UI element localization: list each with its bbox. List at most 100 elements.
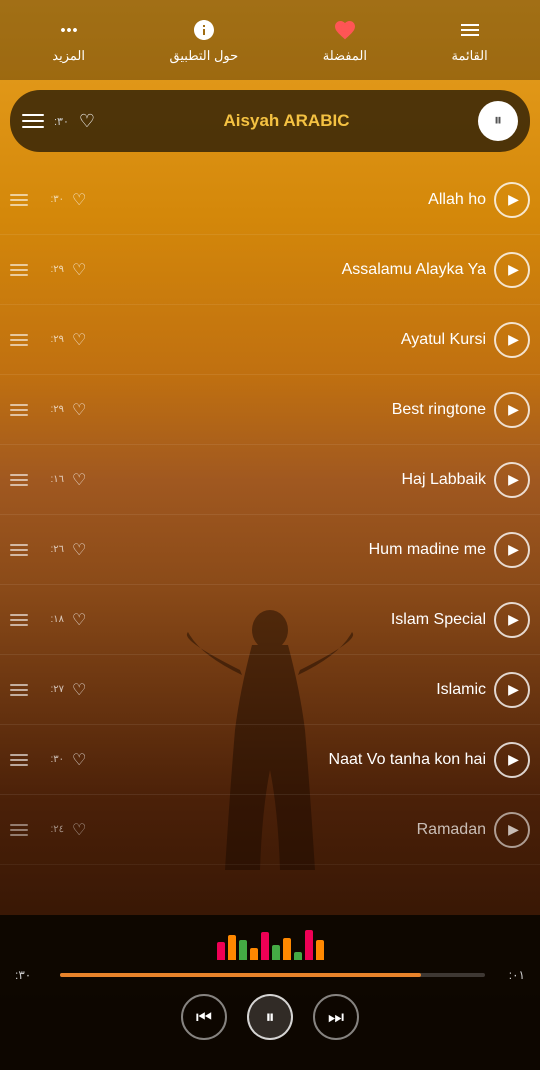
song-list: ‎:۳۰ ♡ Allah ho ▶ ‎:۲۹ ♡ Assalamu Alayka…	[0, 165, 540, 910]
drag-handle	[10, 264, 28, 276]
play-arrow-icon: ▶	[508, 821, 519, 838]
song-title: Naat Vo tanha kon hai	[94, 751, 486, 769]
pause-icon: ⏸	[494, 112, 502, 130]
list-item: ‎:۱۸ ♡ Islam Special ▶	[0, 585, 540, 655]
play-arrow-icon: ▶	[508, 611, 519, 628]
song-title: Best ringtone	[94, 401, 486, 419]
more-icon	[55, 16, 83, 44]
eq-bar	[217, 942, 225, 960]
song-heart-button[interactable]: ♡	[72, 610, 86, 630]
song-duration: ‎:۱۸	[36, 614, 64, 625]
list-item: ‎:۱٦ ♡ Haj Labbaik ▶	[0, 445, 540, 515]
prev-button[interactable]: ⏮	[181, 994, 227, 1040]
song-duration: ‎:۲۹	[36, 404, 64, 415]
song-duration: ‎:۲۷	[36, 684, 64, 695]
drag-handle	[10, 404, 28, 416]
list-item: ‎:۲٦ ♡ Hum madine me ▶	[0, 515, 540, 585]
song-heart-button[interactable]: ♡	[72, 540, 86, 560]
now-playing-title: Aisyah ARABIC	[105, 111, 468, 131]
song-title: Allah ho	[94, 191, 486, 209]
song-duration: ‎:۲۹	[36, 334, 64, 345]
progress-bar[interactable]	[60, 973, 485, 977]
song-duration: ‎:۲۹	[36, 264, 64, 275]
now-playing-duration: ‎:۳۰	[54, 115, 69, 128]
nav-favorites-label: المفضلة	[323, 48, 367, 64]
info-icon	[190, 16, 218, 44]
play-arrow-icon: ▶	[508, 751, 519, 768]
prev-icon: ⏮	[196, 1007, 212, 1028]
song-play-button[interactable]: ▶	[494, 322, 530, 358]
song-play-button[interactable]: ▶	[494, 182, 530, 218]
play-arrow-icon: ▶	[508, 541, 519, 558]
song-play-button[interactable]: ▶	[494, 672, 530, 708]
now-playing-heart[interactable]: ♡	[79, 111, 95, 132]
drag-handle	[10, 544, 28, 556]
nav-about[interactable]: حول التطبيق	[170, 16, 239, 64]
nav-about-label: حول التطبيق	[170, 48, 239, 64]
play-pause-button[interactable]: ⏸	[247, 994, 293, 1040]
eq-bar	[283, 938, 291, 960]
nav-favorites[interactable]: المفضلة	[323, 16, 367, 64]
song-duration: ‎:۳۰	[36, 754, 64, 765]
list-item: ‎:۲۹ ♡ Best ringtone ▶	[0, 375, 540, 445]
song-play-button[interactable]: ▶	[494, 252, 530, 288]
song-play-button[interactable]: ▶	[494, 392, 530, 428]
bottom-player: ‎:۳۰ ‎:٠١ ⏮ ⏸ ⏭	[0, 915, 540, 1070]
song-heart-button[interactable]: ♡	[72, 680, 86, 700]
total-time: ‎:٠١	[495, 968, 525, 982]
eq-bar	[250, 948, 258, 960]
drag-handle	[10, 684, 28, 696]
song-title: Hum madine me	[94, 541, 486, 559]
nav-more[interactable]: المزيد	[52, 16, 85, 64]
song-heart-button[interactable]: ♡	[72, 750, 86, 770]
song-heart-button[interactable]: ♡	[72, 190, 86, 210]
play-arrow-icon: ▶	[508, 191, 519, 208]
song-play-button[interactable]: ▶	[494, 742, 530, 778]
song-play-button[interactable]: ▶	[494, 602, 530, 638]
song-duration: ‎:۳۰	[36, 194, 64, 205]
song-heart-button[interactable]: ♡	[72, 260, 86, 280]
list-item: ‎:۳۰ ♡ Allah ho ▶	[0, 165, 540, 235]
song-heart-button[interactable]: ♡	[72, 400, 86, 420]
progress-area: ‎:۳۰ ‎:٠١	[15, 968, 525, 982]
song-title: Islamic	[94, 681, 486, 699]
song-duration: ‎:۲٦	[36, 544, 64, 555]
eq-bar	[316, 940, 324, 960]
song-title: Haj Labbaik	[94, 471, 486, 489]
eq-bar	[305, 930, 313, 960]
song-play-button[interactable]: ▶	[494, 812, 530, 848]
next-button[interactable]: ⏭	[313, 994, 359, 1040]
play-arrow-icon: ▶	[508, 331, 519, 348]
hamburger-icon[interactable]	[22, 114, 44, 128]
drag-handle	[10, 194, 28, 206]
song-title: Ramadan	[94, 821, 486, 839]
song-duration: ‎:۲٤	[36, 824, 64, 835]
play-arrow-icon: ▶	[508, 401, 519, 418]
song-heart-button[interactable]: ♡	[72, 820, 86, 840]
nav-queue-label: القائمة	[451, 48, 487, 64]
now-playing-bar: ‎:۳۰ ♡ Aisyah ARABIC ⏸	[10, 90, 530, 152]
drag-handle	[10, 614, 28, 626]
equalizer	[15, 925, 525, 960]
song-heart-button[interactable]: ♡	[72, 330, 86, 350]
next-icon: ⏭	[328, 1007, 344, 1028]
list-item: ‎:۲٤ ♡ Ramadan ▶	[0, 795, 540, 865]
song-play-button[interactable]: ▶	[494, 462, 530, 498]
list-item: ‎:۲۹ ♡ Assalamu Alayka Ya ▶	[0, 235, 540, 305]
song-heart-button[interactable]: ♡	[72, 470, 86, 490]
drag-handle	[10, 474, 28, 486]
song-play-button[interactable]: ▶	[494, 532, 530, 568]
nav-queue[interactable]: القائمة	[451, 16, 487, 64]
play-arrow-icon: ▶	[508, 681, 519, 698]
list-item: ‎:۲۹ ♡ Ayatul Kursi ▶	[0, 305, 540, 375]
play-pause-icon: ⏸	[266, 1007, 275, 1028]
player-controls: ⏮ ⏸ ⏭	[15, 994, 525, 1040]
drag-handle	[10, 334, 28, 346]
eq-bar	[239, 940, 247, 960]
song-title: Assalamu Alayka Ya	[94, 261, 486, 279]
eq-bar	[228, 935, 236, 960]
list-item: ‎:۲۷ ♡ Islamic ▶	[0, 655, 540, 725]
now-playing-pause-button[interactable]: ⏸	[478, 101, 518, 141]
current-time: ‎:۳۰	[15, 968, 50, 982]
drag-handle	[10, 754, 28, 766]
